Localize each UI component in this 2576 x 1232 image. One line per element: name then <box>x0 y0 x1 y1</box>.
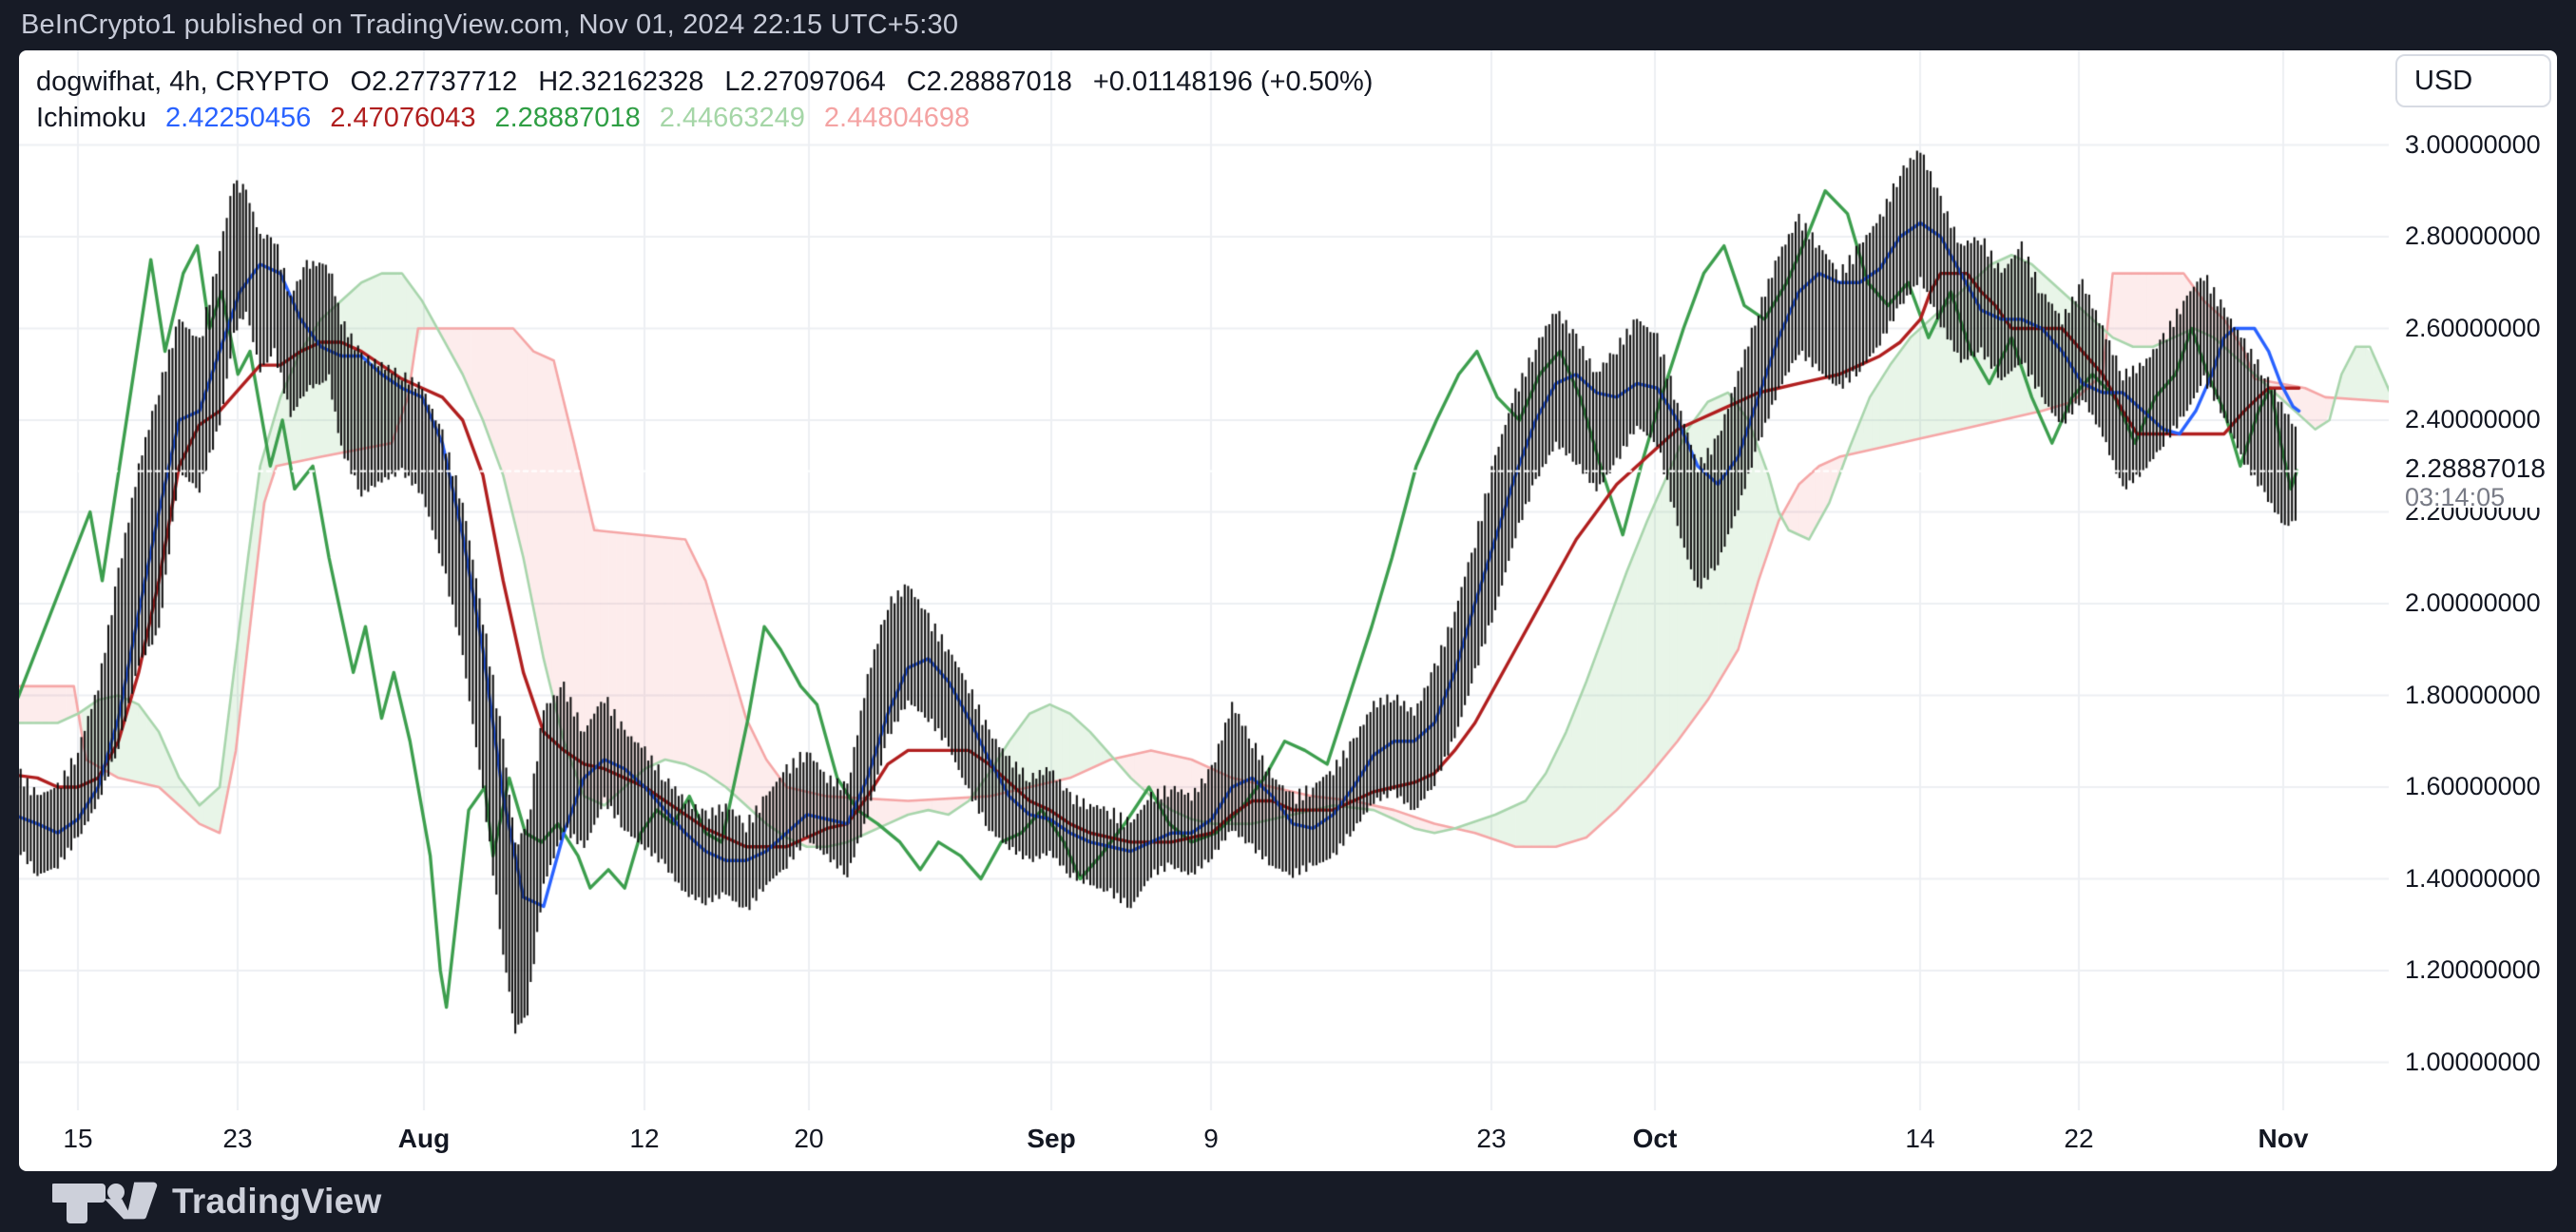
price-axis-label-2.00000000: 2.00000000 <box>2405 588 2541 618</box>
tradingview-published-chart: BeInCrypto1 published on TradingView.com… <box>0 0 2576 1232</box>
price-axis-label-2.40000000: 2.40000000 <box>2405 405 2541 434</box>
currency-label: USD <box>2414 66 2472 97</box>
ohlc-value-0: O2.27737712 <box>350 67 517 98</box>
time-axis-label-Aug: Aug <box>398 1124 450 1154</box>
indicator-title[interactable]: Ichimoku <box>36 103 146 134</box>
price-axis-label-2.60000000: 2.60000000 <box>2405 314 2541 343</box>
time-axis-label-Nov: Nov <box>2259 1124 2309 1154</box>
ichimoku-value-4: 2.44804698 <box>824 103 970 134</box>
ichimoku-value-0: 2.42250456 <box>165 103 311 134</box>
price-axis-label-2.80000000: 2.80000000 <box>2405 221 2541 251</box>
time-axis-label-14: 14 <box>1905 1124 1934 1154</box>
time-axis-label-Oct: Oct <box>1633 1124 1678 1154</box>
publish-attribution-text: BeInCrypto1 published on TradingView.com… <box>0 10 958 41</box>
time-axis-label-9: 9 <box>1203 1124 1219 1154</box>
symbol-legend-row: dogwifhat, 4h, CRYPTO O2.27737712 H2.3216… <box>36 67 1373 98</box>
time-axis-label-15: 15 <box>63 1124 92 1154</box>
currency-toggle-button[interactable]: USD <box>2395 54 2551 107</box>
ichimoku-value-1: 2.47076043 <box>330 103 475 134</box>
ohlc-value-3: C2.28887018 <box>907 67 1072 98</box>
time-axis-label-20: 20 <box>794 1124 823 1154</box>
ichimoku-value-3: 2.44663249 <box>660 103 805 134</box>
ohlc-value-4: +0.01148196 (+0.50%) <box>1093 67 1374 98</box>
ohlc-value-1: H2.32162328 <box>538 67 703 98</box>
time-scale[interactable]: 15 23 Aug 12 20 Sep 9 23 Oct 14 22 Nov <box>19 1110 2389 1171</box>
footer-brand-text[interactable]: TradingView <box>172 1182 382 1222</box>
price-chart-canvas[interactable] <box>19 50 2389 1110</box>
indicator-legend-row: Ichimoku 2.42250456 2.47076043 2.28887018 2… <box>36 103 970 134</box>
time-axis-label-12: 12 <box>629 1124 659 1154</box>
last-price-value: 2.28887018 <box>2405 453 2546 484</box>
last-price-label: 2.28887018 03:14:05 <box>2389 453 2557 508</box>
time-axis-label-Sep: Sep <box>1027 1124 1075 1154</box>
price-axis-label-1.80000000: 1.80000000 <box>2405 681 2541 710</box>
time-axis-label-23: 23 <box>222 1124 252 1154</box>
publish-header: BeInCrypto1 published on TradingView.com… <box>0 0 2576 50</box>
bar-countdown-timer: 03:14:05 <box>2405 483 2505 512</box>
tradingview-logo-icon[interactable] <box>52 1180 159 1223</box>
footer-bar: TradingView <box>0 1171 2576 1232</box>
price-scale[interactable]: 3.00000000 2.80000000 2.60000000 2.40000000… <box>2389 50 2557 1110</box>
time-axis-label-23: 23 <box>1476 1124 1506 1154</box>
ohlc-value-2: L2.27097064 <box>724 67 885 98</box>
price-axis-label-1.40000000: 1.40000000 <box>2405 864 2541 894</box>
ichimoku-value-2: 2.28887018 <box>494 103 640 134</box>
price-axis-label-1.00000000: 1.00000000 <box>2405 1048 2541 1077</box>
time-axis-label-22: 22 <box>2064 1124 2093 1154</box>
symbol-title[interactable]: dogwifhat, 4h, CRYPTO <box>36 67 329 98</box>
price-axis-label-3.00000000: 3.00000000 <box>2405 130 2541 160</box>
price-axis-label-1.20000000: 1.20000000 <box>2405 955 2541 985</box>
price-axis-label-1.60000000: 1.60000000 <box>2405 772 2541 801</box>
